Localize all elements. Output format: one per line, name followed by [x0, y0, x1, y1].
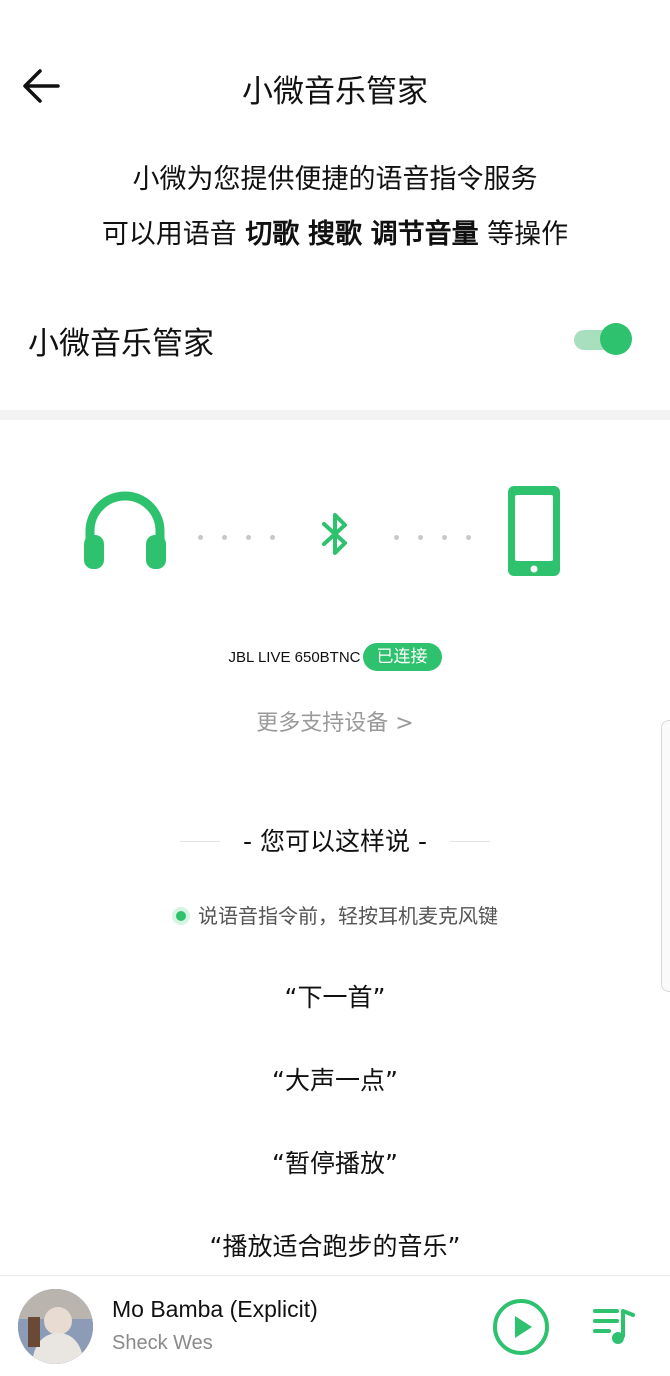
intro-line-2-suffix: 等操作 [478, 219, 569, 250]
playlist-button[interactable] [593, 1306, 637, 1346]
connection-dots-right [394, 525, 490, 540]
keyword-adjust-volume: 调节音量 [370, 219, 479, 250]
example-command: “播放适合跑步的音乐” [209, 1232, 461, 1261]
connected-device-row: JBL LIVE 650BTNC 已连接 [0, 643, 670, 675]
headphones-icon [84, 491, 166, 569]
example-command: “下一首” [284, 983, 386, 1012]
song-title: Mo Bamba (Explicit) [112, 1296, 318, 1322]
more-supported-devices-link[interactable]: 更多支持设备 > [0, 705, 670, 737]
usage-tip: 说语音指令前，轻按耳机麦克风键 [0, 900, 670, 929]
mini-player[interactable]: Mo Bamba (Explicit) Sheck Wes [0, 1275, 670, 1376]
keyword-switch-song: 切歌 [245, 219, 300, 250]
album-cover[interactable] [18, 1289, 93, 1364]
intro-line-2-prefix: 可以用语音 [101, 219, 246, 250]
play-circle-icon [493, 1299, 549, 1355]
intro-line-1: 小微为您提供便捷的语音指令服务 [132, 164, 538, 195]
examples-heading: - 您可以这样说 - [243, 827, 427, 856]
heading-line-right [450, 841, 490, 842]
tip-text: 说语音指令前，轻按耳机麦克风键 [198, 904, 498, 928]
toggle-label: 小微音乐管家 [28, 326, 214, 362]
playlist-icon [593, 1309, 635, 1344]
assistant-toggle-switch[interactable] [572, 323, 632, 355]
connection-dots-left [198, 525, 294, 540]
toggle-knob [600, 323, 632, 355]
bluetooth-icon [322, 513, 347, 555]
section-divider [0, 410, 670, 420]
example-command: “暂停播放” [272, 1149, 398, 1178]
device-name: JBL LIVE 650BTNC [228, 648, 361, 666]
play-button[interactable] [492, 1298, 550, 1356]
keyword-search-song: 搜歌 [308, 219, 362, 250]
example-command: “大声一点” [272, 1066, 398, 1095]
status-badge: 已连接 [362, 643, 442, 671]
intro-line-2: 可以用语音 切歌 搜歌 调节音量 等操作 [0, 207, 670, 262]
artist-name: Sheck Wes [112, 1332, 213, 1354]
assistant-toggle-row: 小微音乐管家 [0, 300, 670, 380]
intro-text: 小微为您提供便捷的语音指令服务 可以用语音 切歌 搜歌 调节音量 等操作 [0, 152, 670, 262]
page-title: 小微音乐管家 [242, 74, 428, 110]
header: 小微音乐管家 [0, 0, 670, 170]
album-cover-image [18, 1289, 93, 1364]
phone-icon [508, 486, 560, 576]
tip-dot-icon [172, 907, 190, 925]
